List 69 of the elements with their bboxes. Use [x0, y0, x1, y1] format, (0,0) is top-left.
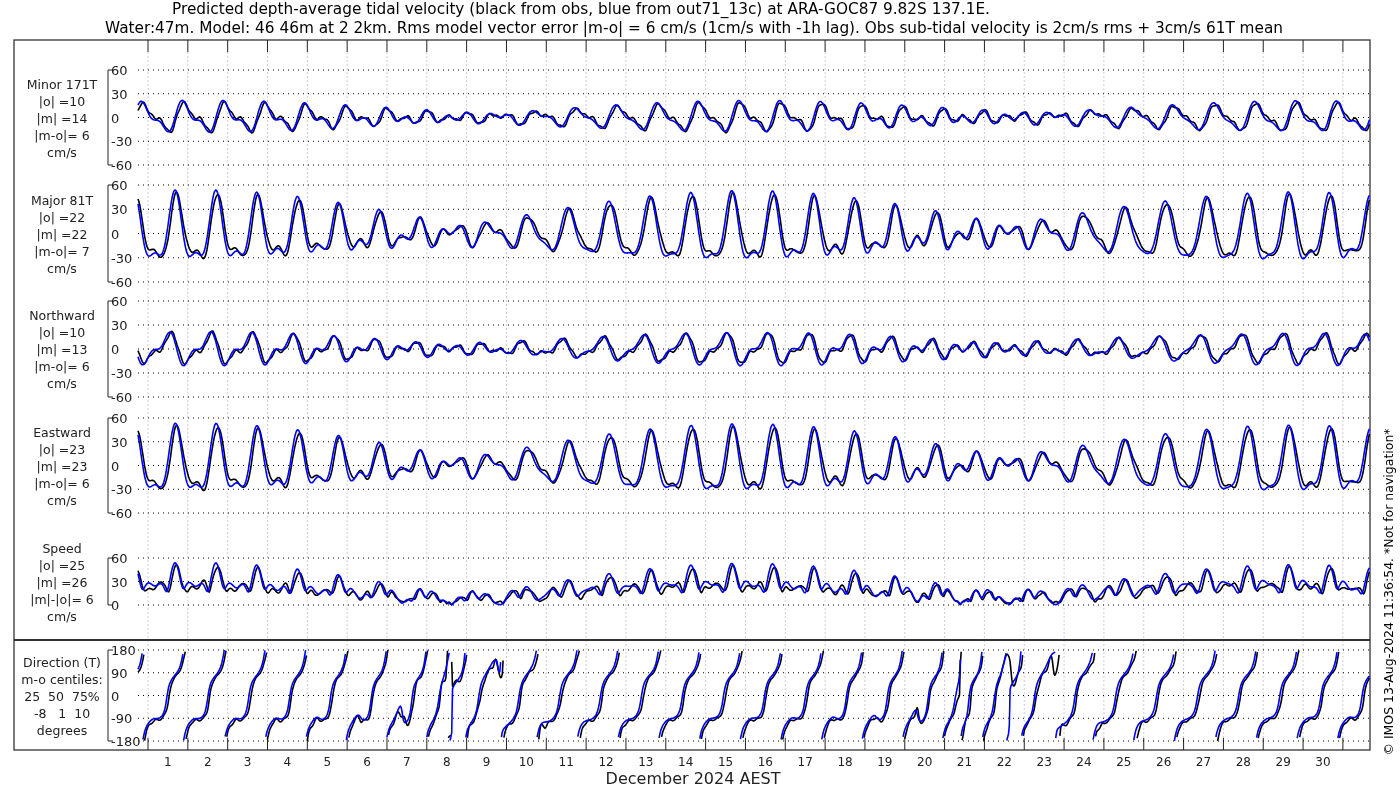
axis-tick-label: 19 [877, 755, 893, 769]
axis-tick-label: 28 [1235, 755, 1251, 769]
axis-tick-label: 21 [956, 755, 973, 769]
axis-title: December 2024 AEST [605, 769, 781, 788]
axis-tick-label: 6 [363, 755, 371, 769]
panel-label: Eastward |o| =23 |m| =23 |m-o|= 6 cm/s [33, 424, 91, 508]
panel-label: Northward |o| =10 |m| =13 |m-o|= 6 cm/s [29, 308, 95, 391]
axis-tick-label: -30 [111, 482, 133, 498]
axis-tick-label: 26 [1156, 755, 1172, 769]
axis-tick-label: 0 [111, 110, 120, 126]
axis-tick-label: 90 [111, 665, 128, 681]
axis-tick-label: 5 [323, 755, 332, 769]
axis-tick-label: 18 [837, 755, 853, 769]
axis-tick-label: 30 [111, 202, 128, 218]
axis-tick-label: 30 [111, 434, 128, 450]
axis-tick-label: 20 [917, 755, 933, 769]
copyright-note: © IMOS 13-Aug-2024 11:36:54. *Not for navigation* [1381, 428, 1396, 756]
panel-label: Direction (T) m-o centiles: 25 50 75% -8 1 10 degrees [21, 654, 103, 738]
panel-label: Speed |o| =25 |m| =26 |m|-|o|= 6 cm/s [30, 540, 94, 624]
axis-tick-label: 1 [164, 755, 172, 769]
axis-tick-label: -60 [111, 275, 133, 290]
axis-tick-label: 10 [518, 755, 535, 769]
panel-label: Major 81T |o| =22 |m| =22 |m-o|= 7 cm/s [30, 192, 94, 276]
axis-tick-label: 25 [1116, 755, 1132, 769]
axis-tick-label: 7 [403, 755, 411, 769]
axis-tick-label: 2 [203, 755, 212, 769]
axis-tick-label: 15 [717, 755, 734, 769]
axis-tick-label: 0 [111, 598, 120, 613]
axis-tick-label: 23 [1036, 755, 1052, 769]
axis-tick-label: 60 [111, 178, 128, 193]
axis-tick-label: 0 [111, 688, 120, 704]
axis-tick-label: 30 [111, 574, 128, 590]
axis-tick-label: 60 [111, 63, 128, 78]
panel-label: Minor 171T |o| =10 |m| =14 |m-o|= 6 cm/s [26, 76, 98, 160]
axis-tick-label: 14 [678, 755, 694, 769]
axis-tick-label: 60 [111, 294, 128, 309]
axis-tick-label: 11 [558, 755, 574, 769]
axis-tick-label: 4 [283, 755, 292, 769]
chart-title: Predicted depth-average tidal velocity (black from obs, blue from out71_13c) at ARA-GOC87 9.82S 137.1E. [172, 0, 990, 18]
axis-tick-label: -60 [111, 158, 133, 173]
axis-tick-label: 30 [111, 318, 128, 333]
axis-tick-label: 9 [482, 755, 491, 769]
axis-tick-label: 22 [996, 755, 1012, 769]
axis-tick-label: -30 [111, 366, 133, 381]
axis-tick-label: -180 [111, 734, 141, 749]
axis-tick-label: 60 [111, 551, 128, 566]
axis-tick-label: 30 [1315, 755, 1331, 769]
axis-tick-label: 60 [111, 411, 128, 426]
axis-tick-label: 0 [111, 458, 120, 474]
axis-tick-label: -60 [111, 506, 133, 521]
axis-tick-label: 17 [797, 755, 813, 769]
axis-tick-label: -30 [111, 250, 133, 266]
axis-tick-label: -30 [111, 134, 133, 150]
axis-tick-label: 0 [111, 342, 120, 357]
axis-tick-label: 180 [111, 643, 136, 658]
axis-tick-label: 29 [1275, 755, 1291, 769]
axis-tick-label: 12 [598, 755, 614, 769]
axis-tick-label: -90 [111, 711, 133, 727]
chart-title: Water:47m. Model: 46 46m at 2 2km. Rms model vector error |m-o| = 6 cm/s (1cm/s with -1h lag). Obs sub-tidal velocity is 2cm/s rms + 3cm/s 61T mean [105, 19, 1283, 37]
axis-tick-label: 24 [1076, 755, 1092, 769]
axis-tick-label: 16 [757, 755, 773, 769]
axis-tick-label: 30 [111, 86, 128, 102]
axis-tick-label: -60 [111, 390, 133, 405]
axis-tick-label: 3 [243, 755, 252, 769]
axis-tick-label: 27 [1195, 755, 1212, 769]
y-axis-line [107, 557, 114, 606]
axis-tick-label: 0 [111, 226, 120, 242]
axis-tick-label: 8 [442, 755, 451, 769]
axis-tick-label: 13 [638, 755, 654, 769]
